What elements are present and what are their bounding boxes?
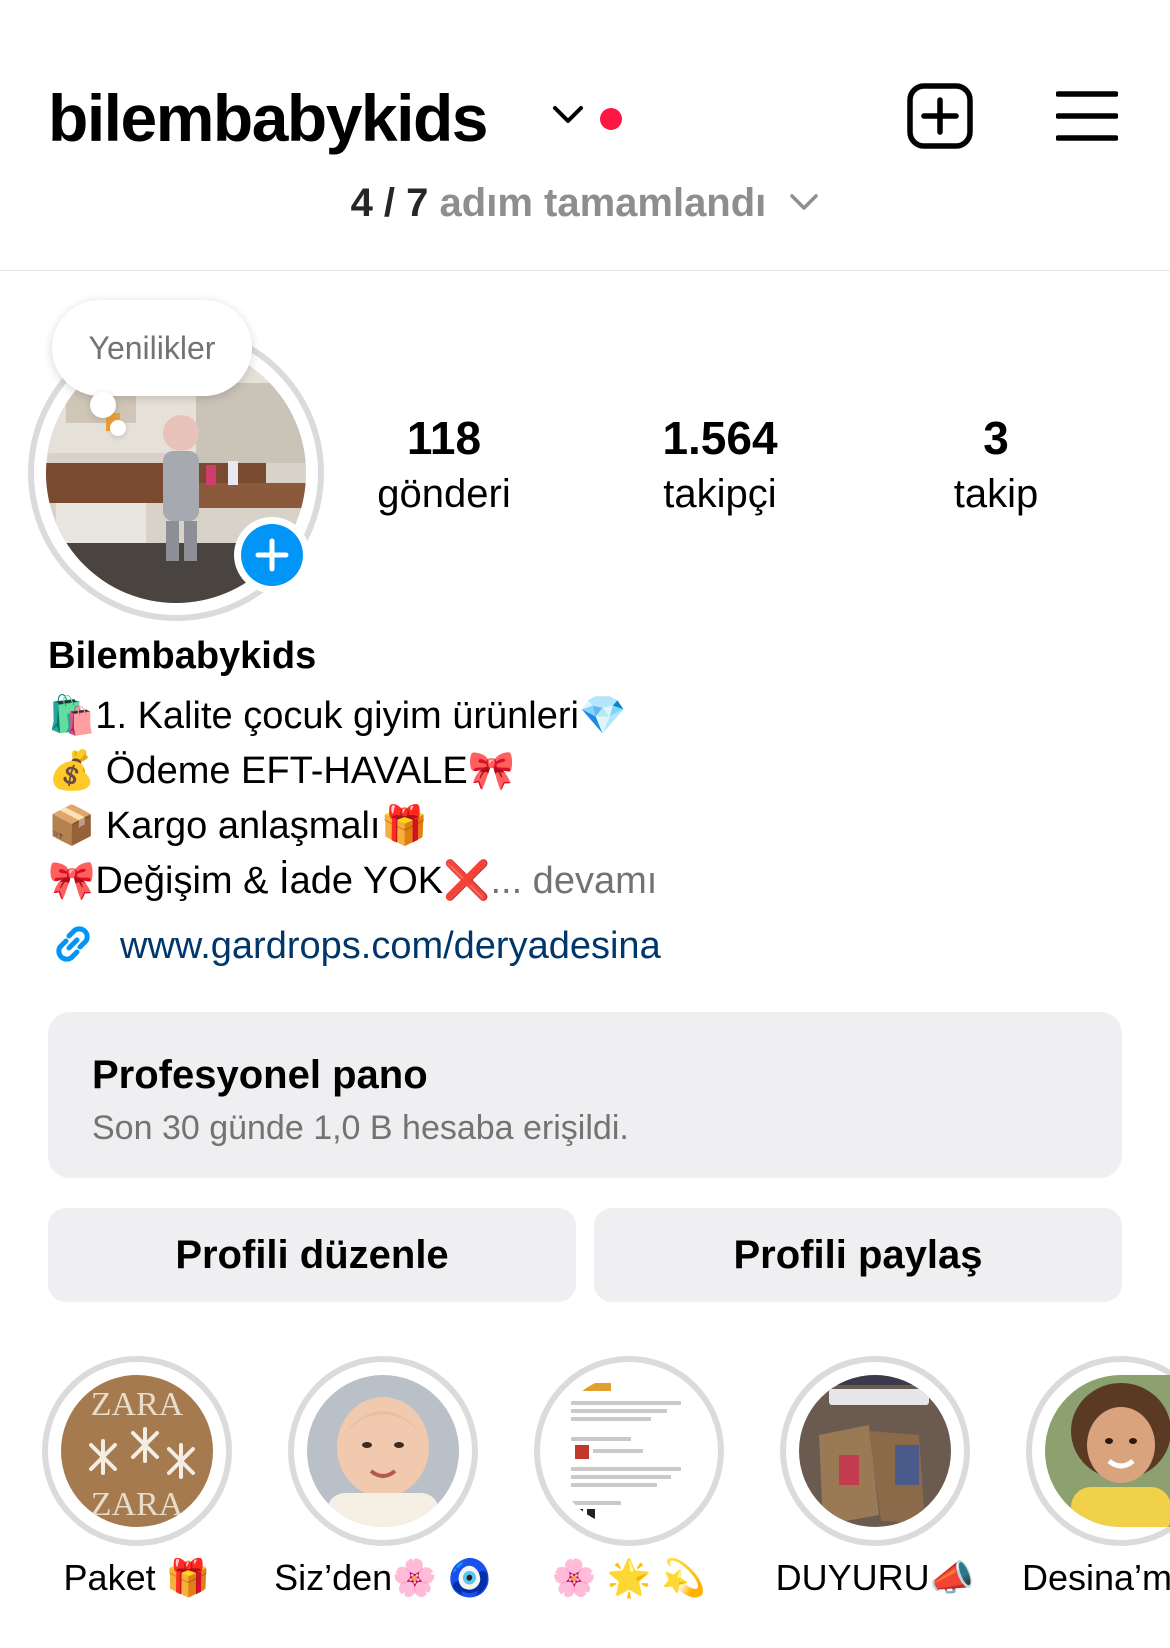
chevron-down-icon [790, 194, 819, 211]
highlight-label: Desina’m [1022, 1557, 1170, 1598]
share-profile-button[interactable]: Profili paylaş [594, 1208, 1122, 1302]
stat-following-label: takip [953, 472, 1039, 516]
bio-more-link[interactable]: ... devamı [490, 860, 657, 902]
professional-dashboard[interactable]: Profesyonel pano Son 30 günde 1,0 B hesa… [48, 1012, 1122, 1178]
stat-posts-label: gönderi [377, 472, 511, 516]
profile-note[interactable]: Yenilikler [52, 300, 252, 396]
header-divider [0, 270, 1170, 271]
svg-text:ZARA: ZARA [91, 1386, 184, 1423]
link-icon [56, 926, 90, 962]
highlight-cover[interactable]: ZARA ZARA [61, 1375, 213, 1527]
gift-icon: 🎁 [380, 803, 428, 847]
ribbon-icon: 🎀 [48, 858, 96, 902]
menu-icon[interactable] [1056, 90, 1118, 142]
create-post-icon[interactable] [906, 82, 974, 150]
stat-following[interactable]: 3 takip [876, 410, 1116, 520]
money-bag-icon: 💰 [48, 748, 96, 792]
notification-dot [600, 108, 622, 130]
note-bubble-tail-small [110, 420, 126, 436]
highlight-label: Siz’den🌸 🧿 [274, 1557, 492, 1598]
ribbon-icon: 🎀 [467, 748, 516, 792]
dashboard-title: Profesyonel pano [92, 1053, 428, 1097]
bio-line: 📦 Kargo anlaşmalı🎁 [48, 803, 428, 847]
gem-icon: 💎 [578, 693, 627, 737]
highlight-cover[interactable] [553, 1375, 705, 1527]
package-icon: 📦 [48, 803, 96, 847]
note-bubble-tail [90, 392, 116, 418]
stat-posts-value: 118 [406, 412, 482, 464]
profile-link-url[interactable]: www.gardrops.com/deryadesina [120, 925, 661, 967]
bio-line: 💰 Ödeme EFT-HAVALE🎀 [48, 748, 516, 792]
profile-link[interactable]: www.gardrops.com/deryadesina [48, 918, 661, 974]
plus-icon[interactable] [241, 524, 303, 586]
highlight-cover[interactable] [307, 1375, 459, 1527]
bio-line: 🛍️1. Kalite çocuk giyim ürünleri💎 [48, 693, 627, 737]
shopping-bags-icon: 🛍️ [48, 693, 96, 737]
stat-following-value: 3 [983, 412, 1009, 464]
stat-posts[interactable]: 118 gönderi [324, 410, 564, 520]
display-name: Bilembabykids [48, 635, 317, 677]
stat-followers-label: takipçi [663, 472, 777, 516]
highlight-label: Paket 🎁 [63, 1557, 211, 1598]
stat-followers-value: 1.564 [662, 412, 778, 464]
profile-username[interactable]: bilembabykids [48, 78, 489, 158]
bio[interactable]: 🛍️1. Kalite çocuk giyim ürünleri💎 💰 Ödem… [48, 688, 657, 908]
highlight-label: 🌸 🌟 💫 [551, 1557, 707, 1598]
svg-text:ZARA: ZARA [91, 1486, 184, 1523]
dashboard-subtitle: Son 30 günde 1,0 B hesaba erişildi. [92, 1109, 629, 1147]
chevron-down-icon[interactable] [552, 104, 584, 126]
setup-progress-label: adım tamamlandı [439, 181, 767, 225]
bio-line: 🎀Değişim & İade YOK❌... devamı [48, 858, 658, 902]
edit-profile-button[interactable]: Profili düzenle [48, 1208, 576, 1302]
setup-progress[interactable]: 4 / 7 adım tamamlandı [0, 176, 1170, 230]
highlight-cover[interactable] [799, 1375, 951, 1527]
stat-followers[interactable]: 1.564 takipçi [600, 410, 840, 520]
highlight-label: DUYURU📣 [775, 1557, 975, 1598]
setup-progress-count: 4 / 7 [350, 181, 429, 225]
cross-mark-icon: ❌ [443, 858, 491, 902]
